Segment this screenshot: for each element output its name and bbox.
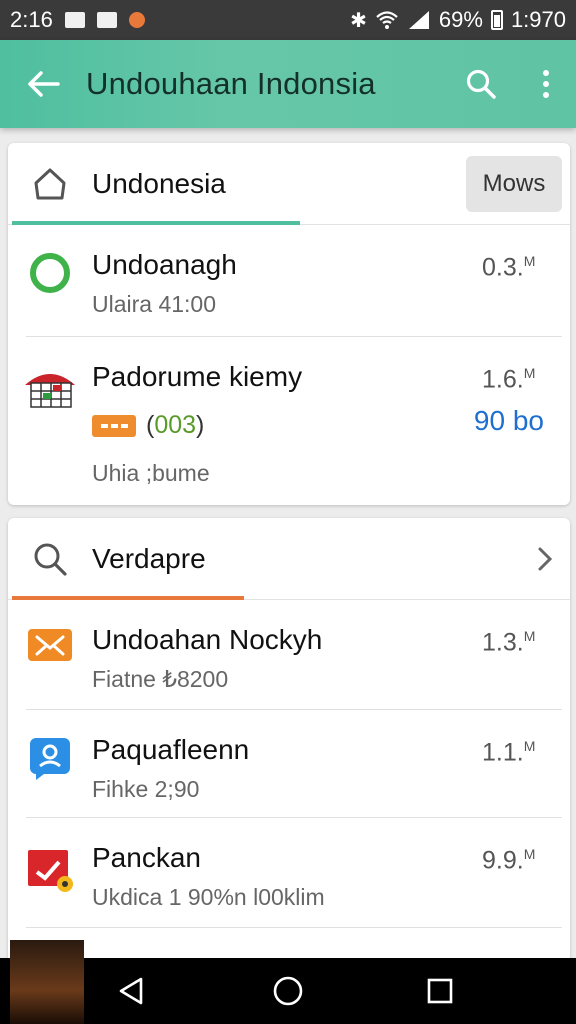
list-item[interactable]: Paquafleenn Fihke 2;90 1.1.M	[8, 710, 570, 818]
square-recents-icon	[427, 978, 453, 1004]
app-badge-icon	[28, 850, 73, 892]
signal-icon	[408, 11, 429, 29]
item-title: Paquafleenn	[92, 734, 250, 765]
search-icon	[34, 543, 67, 576]
search-icon	[466, 69, 496, 99]
notification-icon	[96, 12, 117, 28]
item-subtitle: Uhia ;bume	[92, 460, 210, 486]
item-price: 90 bo	[473, 405, 544, 436]
list-item[interactable]: Panckan Ukdica 1 90%n l00klim 9.9.M	[8, 818, 570, 928]
more-vert-icon	[543, 70, 549, 98]
arrow-left-icon	[28, 71, 60, 97]
section-title: Verdapre	[92, 542, 206, 574]
item-size: 1.3.M	[482, 628, 536, 657]
item-subtitle: Ulaira 41:00	[92, 291, 217, 317]
item-title: Undoahan Nockyh	[92, 624, 323, 655]
section-card: Undonesia Mows Undoanagh Ulaira 41:00 0.…	[8, 143, 570, 505]
list-item[interactable]: Undoahan Nockyh Fiatne ₺8200 1.3.M	[8, 600, 570, 710]
promo-tag-icon	[92, 414, 136, 437]
app-thumbnail-icon	[25, 374, 75, 408]
item-title: Panckan	[92, 842, 201, 873]
notification-icon	[64, 12, 85, 28]
status-time: 2:16	[10, 7, 53, 32]
list-item[interactable]: Padorume kiemy (003) Uhia ;bume 1.6.M 90…	[8, 337, 570, 505]
item-size: 1.6.M	[482, 365, 536, 394]
chevron-right-icon	[538, 547, 553, 570]
recent-app-thumbnail	[10, 940, 84, 1024]
status-clock: 1:970	[510, 7, 566, 32]
triangle-back-icon	[119, 977, 143, 1005]
section-header[interactable]: Verdapre	[8, 518, 570, 600]
item-title: Padorume kiemy	[92, 361, 303, 392]
divider	[26, 927, 562, 928]
item-size: 1.1.M	[482, 738, 536, 767]
search-button[interactable]	[446, 40, 516, 128]
nav-back-button[interactable]	[92, 958, 172, 1024]
notification-icon	[128, 12, 145, 28]
item-size: 9.9.M	[482, 846, 536, 875]
circle-home-icon	[273, 976, 303, 1006]
section-header: Undonesia Mows	[8, 143, 570, 225]
section-card: Verdapre Undoahan Nockyh Fiatne ₺8200 1.…	[8, 518, 570, 978]
item-subtitle: Fiatne ₺8200	[92, 666, 229, 692]
home-icon	[34, 168, 66, 199]
list-item[interactable]: Undoanagh Ulaira 41:00 0.3.M	[8, 225, 570, 337]
chat-bubble-icon	[30, 738, 70, 780]
item-code: (003)	[146, 411, 205, 439]
wifi-icon	[376, 11, 398, 29]
section-title: Undonesia	[92, 167, 226, 199]
battery-percent: 69%	[438, 7, 483, 32]
page-title: Undouhaan Indonsia	[86, 66, 376, 101]
mail-icon	[28, 629, 72, 661]
app-bar: Undouhaan Indonsia	[0, 40, 576, 128]
battery-icon	[490, 10, 503, 30]
status-ring-icon	[30, 253, 70, 293]
bluetooth-icon: ✱	[350, 9, 367, 32]
item-size: 0.3.M	[482, 253, 536, 282]
item-title: Undoanagh	[92, 249, 237, 280]
nav-home-button[interactable]	[248, 958, 328, 1024]
item-subtitle: Ukdica 1 90%n l00klim	[92, 884, 325, 910]
status-bar: 2:16 ✱ 69% 1:970	[0, 0, 576, 40]
item-subtitle: Fihke 2;90	[92, 776, 200, 802]
mows-button[interactable]: Mows	[466, 155, 562, 212]
nav-recents-button[interactable]	[400, 958, 480, 1024]
back-button[interactable]	[0, 40, 86, 128]
more-options-button[interactable]	[516, 40, 576, 128]
